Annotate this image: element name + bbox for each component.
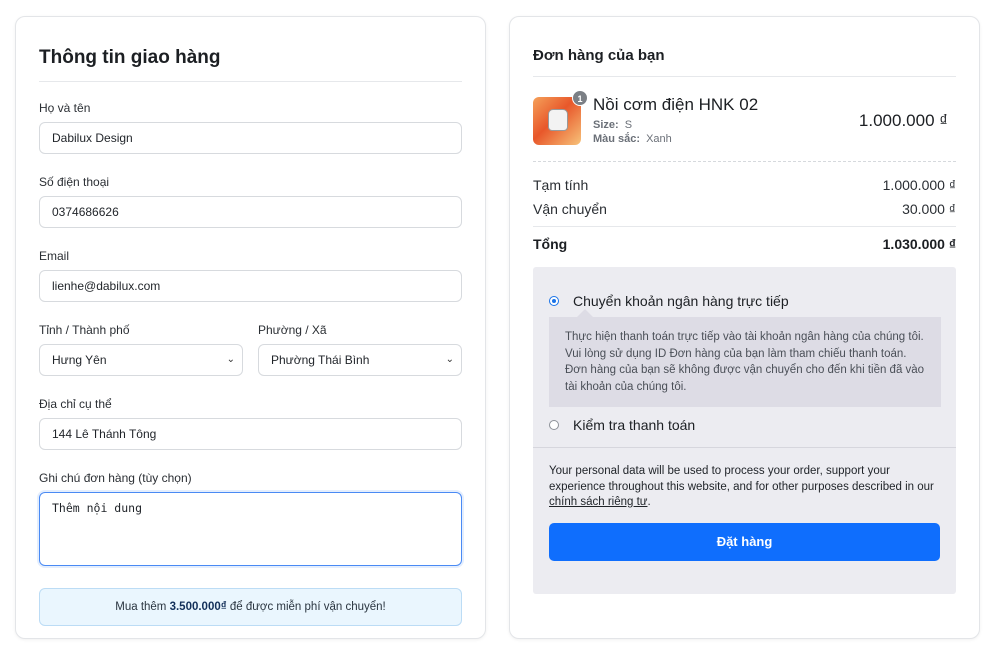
payment-section: Chuyển khoản ngân hàng trực tiếp Thực hi…: [533, 267, 956, 594]
rice-cooker-icon: [548, 109, 568, 131]
phone-group: Số điện thoại: [39, 175, 462, 228]
shipping-cost-label: Vận chuyển: [533, 201, 607, 217]
phone-label: Số điện thoại: [39, 175, 110, 189]
quantity-badge: 1: [572, 90, 588, 106]
payment-option-bank[interactable]: Chuyển khoản ngân hàng trực tiếp: [533, 267, 956, 309]
privacy-policy-link[interactable]: chính sách riêng tư: [549, 496, 647, 508]
email-group: Email: [39, 249, 462, 302]
check-payment-label[interactable]: Kiểm tra thanh toán: [573, 417, 695, 433]
order-card: Đơn hàng của bạn 1 Nồi cơm điện HNK 02 S…: [509, 16, 980, 639]
bank-transfer-label[interactable]: Chuyển khoản ngân hàng trực tiếp: [573, 293, 789, 309]
email-input[interactable]: [39, 270, 462, 302]
ward-value: Phường Thái Bình: [271, 353, 370, 367]
name-group: Họ và tên: [39, 101, 462, 154]
promo-prefix: Mua thêm: [115, 601, 170, 613]
subtotal-row: Tạm tính 1.000.000 ₫: [533, 177, 956, 193]
order-summary: Tạm tính 1.000.000 ₫ Vận chuyển 30.000 ₫…: [533, 162, 956, 252]
shipping-card: Thông tin giao hàng Họ và tên Số điện th…: [15, 16, 486, 639]
subtotal-label: Tạm tính: [533, 177, 589, 193]
product-thumbnail: 1: [533, 90, 588, 145]
email-label: Email: [39, 249, 70, 263]
shipping-row: Vận chuyển 30.000 ₫: [533, 201, 956, 217]
chevron-down-icon: ⌄: [226, 354, 235, 365]
phone-input[interactable]: [39, 196, 462, 228]
order-item: 1 Nồi cơm điện HNK 02 Size: S Màu sắc: Xan…: [533, 77, 956, 162]
color-label: Màu sắc:: [593, 133, 641, 145]
ward-select[interactable]: Phường Thái Bình ⌄: [258, 344, 462, 376]
place-order-button[interactable]: Đặt hàng: [549, 522, 940, 561]
free-shipping-banner: Mua thêm 3.500.000₫ để được miễn phí vận…: [39, 588, 462, 626]
name-input[interactable]: [39, 122, 462, 154]
note-label: Ghi chú đơn hàng (tùy chọn): [39, 471, 192, 485]
ward-label: Phường / Xã: [258, 323, 327, 337]
order-title: Đơn hàng của bạn: [533, 47, 956, 77]
check-radio[interactable]: [549, 420, 559, 430]
shipping-cost-value: 30.000 ₫: [902, 201, 956, 217]
address-group: Địa chỉ cụ thể: [39, 397, 462, 450]
bank-radio[interactable]: [549, 296, 559, 306]
address-input[interactable]: [39, 418, 462, 450]
province-value: Hưng Yên: [52, 353, 107, 367]
product-size: Size: S: [593, 119, 859, 131]
total-row: Tổng 1.030.000 ₫: [533, 236, 956, 252]
chevron-down-icon: ⌄: [445, 354, 454, 365]
province-select[interactable]: Hưng Yên ⌄: [39, 344, 243, 376]
product-color: Màu sắc: Xanh: [593, 133, 859, 145]
subtotal-value: 1.000.000 ₫: [882, 177, 956, 193]
total-label: Tổng: [533, 236, 568, 252]
product-name: Nồi cơm điện HNK 02: [593, 95, 759, 114]
name-label: Họ và tên: [39, 101, 91, 115]
total-value: 1.030.000 ₫: [882, 236, 956, 252]
summary-divider: [533, 226, 956, 227]
color-value: Xanh: [646, 133, 672, 145]
province-label: Tỉnh / Thành phố: [39, 323, 130, 337]
promo-suffix: để được miễn phí vận chuyển!: [226, 601, 386, 613]
size-label: Size:: [593, 119, 619, 131]
note-textarea[interactable]: Thêm nội dung: [39, 492, 462, 566]
privacy-end: .: [647, 496, 651, 508]
shipping-title: Thông tin giao hàng: [39, 47, 462, 82]
privacy-text: Your personal data will be used to proce…: [549, 465, 934, 493]
address-label: Địa chỉ cụ thể: [39, 397, 112, 411]
product-info: Nồi cơm điện HNK 02 Size: S Màu sắc: Xanh: [593, 95, 859, 145]
product-price: 1.000.000 ₫: [858, 111, 948, 130]
ward-group: Phường / Xã Phường Thái Bình ⌄: [258, 323, 462, 376]
province-group: Tỉnh / Thành phố Hưng Yên ⌄: [39, 323, 243, 376]
bank-transfer-description: Thực hiện thanh toán trực tiếp vào tài k…: [549, 309, 941, 407]
location-row: Tỉnh / Thành phố Hưng Yên ⌄ Phường / Xã …: [39, 323, 462, 376]
payment-option-check[interactable]: Kiểm tra thanh toán: [533, 417, 956, 433]
size-value: S: [624, 119, 633, 131]
note-group: Ghi chú đơn hàng (tùy chọn) Thêm nội dun…: [39, 471, 462, 566]
privacy-notice: Your personal data will be used to proce…: [533, 448, 956, 511]
promo-amount: 3.500.000₫: [169, 601, 227, 613]
